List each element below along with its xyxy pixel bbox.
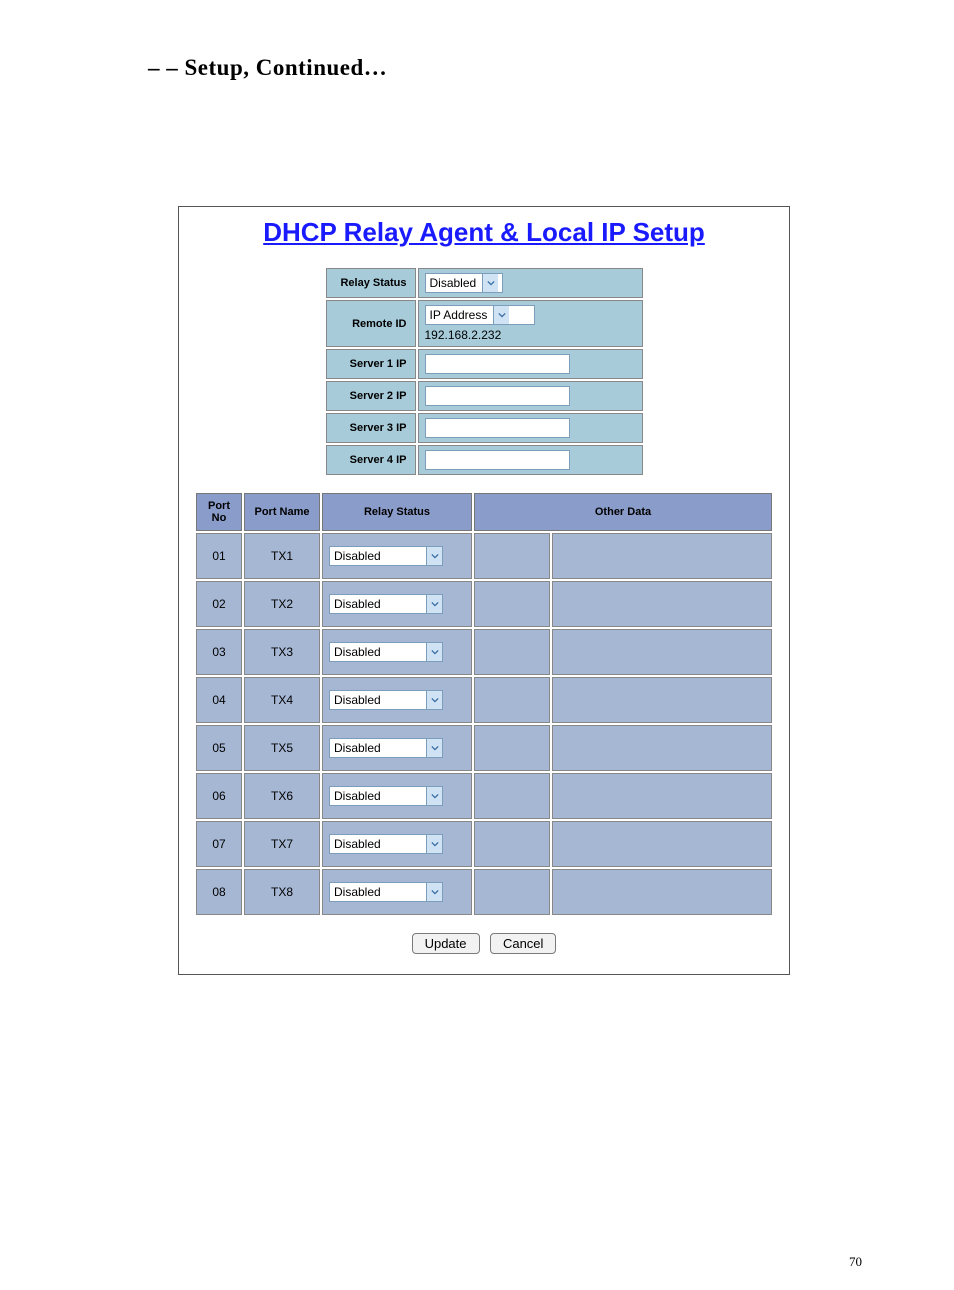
ports-table: Port No Port Name Relay Status Other Dat… bbox=[194, 491, 774, 917]
table-row: 05TX5 Disabled bbox=[196, 725, 772, 771]
port-relay-select[interactable]: Disabled bbox=[329, 786, 443, 806]
port-other-2 bbox=[552, 581, 772, 627]
port-name: TX1 bbox=[244, 533, 320, 579]
port-other-2 bbox=[552, 821, 772, 867]
table-row: 04TX4 Disabled bbox=[196, 677, 772, 723]
port-other-2 bbox=[552, 677, 772, 723]
server2-label: Server 2 IP bbox=[326, 381, 416, 411]
port-no: 06 bbox=[196, 773, 242, 819]
panel-title: DHCP Relay Agent & Local IP Setup bbox=[194, 217, 774, 248]
server4-input[interactable] bbox=[425, 450, 570, 470]
port-other-1 bbox=[474, 629, 550, 675]
port-relay-select[interactable]: Disabled bbox=[329, 642, 443, 662]
port-name: TX8 bbox=[244, 869, 320, 915]
port-other-1 bbox=[474, 869, 550, 915]
port-name: TX7 bbox=[244, 821, 320, 867]
update-button[interactable]: Update bbox=[412, 933, 480, 954]
chevron-down-icon bbox=[482, 274, 498, 292]
server3-label: Server 3 IP bbox=[326, 413, 416, 443]
port-other-2 bbox=[552, 773, 772, 819]
config-panel: DHCP Relay Agent & Local IP Setup Relay … bbox=[178, 206, 790, 975]
page-header-prefix: – bbox=[148, 55, 166, 80]
port-other-1 bbox=[474, 581, 550, 627]
port-other-2 bbox=[552, 629, 772, 675]
settings-table: Relay Status Disabled Remote ID IP Addre… bbox=[324, 266, 645, 477]
relay-status-label: Relay Status bbox=[326, 268, 416, 298]
remote-id-select[interactable]: IP Address bbox=[425, 305, 535, 325]
port-relay-select[interactable]: Disabled bbox=[329, 546, 443, 566]
port-relay-select[interactable]: Disabled bbox=[329, 738, 443, 758]
port-name: TX6 bbox=[244, 773, 320, 819]
port-relay-value: Disabled bbox=[334, 741, 426, 755]
ports-header-portname: Port Name bbox=[244, 493, 320, 531]
table-row: 03TX3 Disabled bbox=[196, 629, 772, 675]
table-row: 02TX2 Disabled bbox=[196, 581, 772, 627]
button-row: Update Cancel bbox=[194, 933, 774, 954]
remote-id-label: Remote ID bbox=[326, 300, 416, 347]
server4-label: Server 4 IP bbox=[326, 445, 416, 475]
chevron-down-icon bbox=[426, 787, 442, 805]
port-relay-select[interactable]: Disabled bbox=[329, 690, 443, 710]
port-no: 03 bbox=[196, 629, 242, 675]
chevron-down-icon bbox=[426, 595, 442, 613]
relay-status-select[interactable]: Disabled bbox=[425, 273, 503, 293]
relay-status-value: Disabled bbox=[430, 276, 483, 290]
port-other-1 bbox=[474, 677, 550, 723]
server1-input[interactable] bbox=[425, 354, 570, 374]
chevron-down-icon bbox=[426, 643, 442, 661]
port-name: TX3 bbox=[244, 629, 320, 675]
port-other-1 bbox=[474, 533, 550, 579]
page-header-suffix: – Setup, Continued… bbox=[166, 55, 387, 80]
server3-input[interactable] bbox=[425, 418, 570, 438]
ports-header-relay: Relay Status bbox=[322, 493, 472, 531]
port-name: TX4 bbox=[244, 677, 320, 723]
port-other-1 bbox=[474, 821, 550, 867]
chevron-down-icon bbox=[493, 306, 509, 324]
server2-input[interactable] bbox=[425, 386, 570, 406]
port-relay-value: Disabled bbox=[334, 549, 426, 563]
port-relay-select[interactable]: Disabled bbox=[329, 834, 443, 854]
port-relay-value: Disabled bbox=[334, 597, 426, 611]
port-relay-value: Disabled bbox=[334, 693, 426, 707]
server1-label: Server 1 IP bbox=[326, 349, 416, 379]
port-relay-value: Disabled bbox=[334, 837, 426, 851]
ports-header-portno: Port No bbox=[196, 493, 242, 531]
chevron-down-icon bbox=[426, 835, 442, 853]
port-relay-select[interactable]: Disabled bbox=[329, 882, 443, 902]
remote-id-value: IP Address bbox=[430, 308, 494, 322]
chevron-down-icon bbox=[426, 883, 442, 901]
port-no: 02 bbox=[196, 581, 242, 627]
remote-id-sub: 192.168.2.232 bbox=[425, 328, 636, 342]
port-name: TX5 bbox=[244, 725, 320, 771]
port-no: 08 bbox=[196, 869, 242, 915]
port-other-2 bbox=[552, 869, 772, 915]
port-other-2 bbox=[552, 533, 772, 579]
chevron-down-icon bbox=[426, 547, 442, 565]
table-row: 01TX1 Disabled bbox=[196, 533, 772, 579]
page-header: – – Setup, Continued… bbox=[148, 55, 954, 81]
port-other-1 bbox=[474, 773, 550, 819]
ports-header-other: Other Data bbox=[474, 493, 772, 531]
cancel-button[interactable]: Cancel bbox=[490, 933, 556, 954]
port-other-2 bbox=[552, 725, 772, 771]
port-name: TX2 bbox=[244, 581, 320, 627]
port-no: 05 bbox=[196, 725, 242, 771]
port-no: 07 bbox=[196, 821, 242, 867]
port-relay-value: Disabled bbox=[334, 645, 426, 659]
table-row: 06TX6 Disabled bbox=[196, 773, 772, 819]
port-other-1 bbox=[474, 725, 550, 771]
table-row: 07TX7 Disabled bbox=[196, 821, 772, 867]
chevron-down-icon bbox=[426, 691, 442, 709]
port-relay-value: Disabled bbox=[334, 789, 426, 803]
table-row: 08TX8 Disabled bbox=[196, 869, 772, 915]
port-no: 04 bbox=[196, 677, 242, 723]
port-no: 01 bbox=[196, 533, 242, 579]
page-number: 70 bbox=[849, 1254, 862, 1270]
port-relay-select[interactable]: Disabled bbox=[329, 594, 443, 614]
port-relay-value: Disabled bbox=[334, 885, 426, 899]
chevron-down-icon bbox=[426, 739, 442, 757]
